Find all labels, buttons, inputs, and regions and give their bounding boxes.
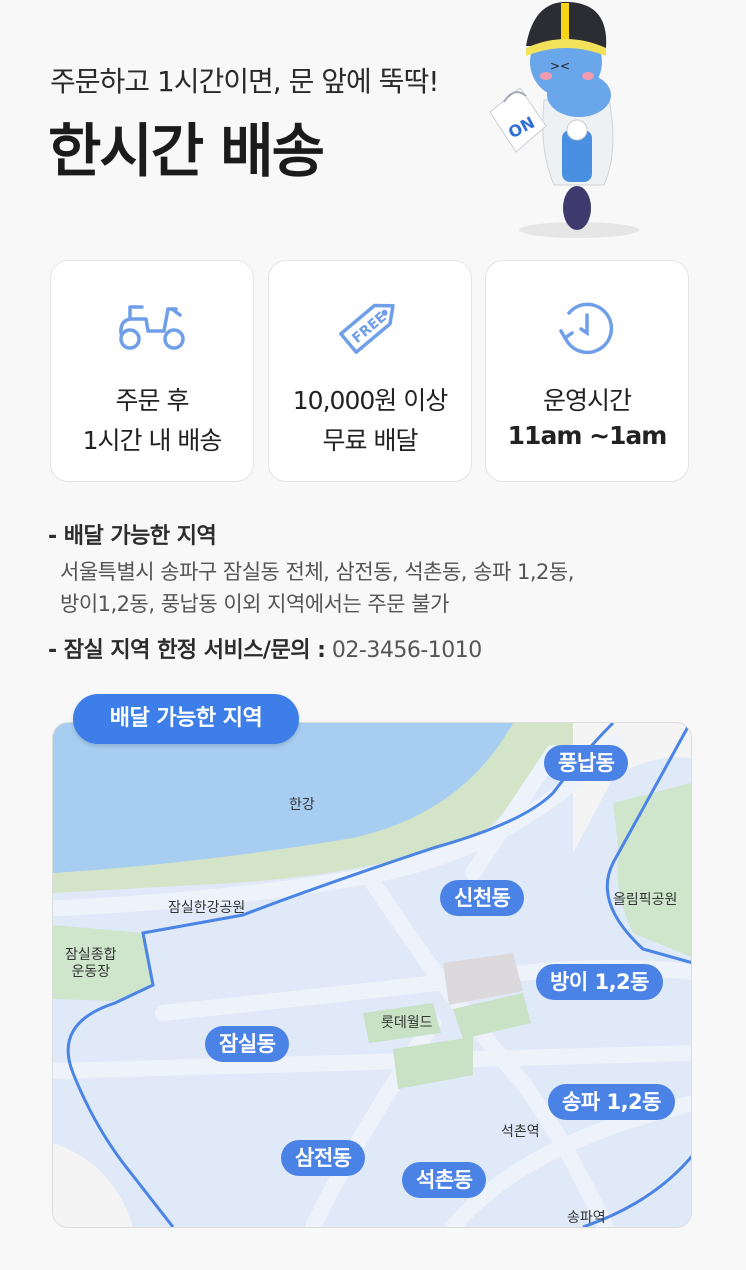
delivery-area-badge: 배달 가능한 지역: [73, 694, 299, 744]
district-pill-jamsil[interactable]: 잠실동: [205, 1026, 290, 1062]
feature-hours-line2: 11am ~1am: [507, 421, 668, 450]
place-label-sports-complex: 잠실종합 운동장: [65, 947, 117, 981]
place-label-seokchon-station: 석촌역: [501, 1124, 540, 1140]
delivery-area-text-line1: 서울특별시 송파구 잠실동 전체, 삼전동, 석촌동, 송파 1,2동,: [60, 560, 574, 584]
feature-card-delivery: 주문 후 1시간 내 배송: [50, 260, 254, 482]
delivery-area-text-line2: 방이1,2동, 풍납동 이외 지역에서는 주문 불가: [60, 592, 449, 616]
feature-hours-line1: 운영시간: [542, 386, 632, 415]
place-label-lotte-world: 롯데월드: [381, 1015, 433, 1031]
svg-text:><: ><: [550, 59, 570, 73]
district-pill-sincheon[interactable]: 신천동: [440, 880, 525, 916]
scooter-icon: [119, 305, 185, 350]
feature-delivery-line2: 1시간 내 배송: [82, 426, 223, 455]
district-pill-seokchon[interactable]: 석촌동: [402, 1162, 487, 1198]
service-info: - 잠실 지역 한정 서비스/문의 : 02-3456-1010: [48, 632, 482, 664]
free-tag-icon: FREE: [339, 303, 395, 354]
clock-icon: [559, 302, 614, 355]
place-label-olympic-park: 올림픽공원: [613, 892, 678, 908]
feature-card-free-delivery: FREE 10,000원 이상 무료 배달: [268, 260, 472, 482]
phone-number[interactable]: 02-3456-1010: [325, 638, 482, 663]
delivery-area-heading: - 배달 가능한 지역: [48, 524, 217, 549]
feature-free-line2: 무료 배달: [322, 426, 419, 455]
district-pill-songpa[interactable]: 송파 1,2동: [548, 1084, 675, 1120]
feature-card-hours: 운영시간 11am ~1am: [485, 260, 689, 482]
place-label-han-river: 한강: [289, 797, 315, 813]
feature-free-line1: 10,000원 이상: [292, 386, 448, 415]
sports-complex-line2: 운동장: [71, 964, 111, 980]
district-pill-samjeon[interactable]: 삼전동: [281, 1140, 366, 1176]
service-heading: - 잠실 지역 한정 서비스/문의 :: [48, 638, 326, 663]
delivery-mascot-illustration: ><: [489, 1, 639, 238]
sports-complex-line1: 잠실종합: [65, 947, 117, 963]
district-pill-bangi[interactable]: 방이 1,2동: [536, 964, 663, 1000]
place-label-songpa-station: 송파역: [567, 1210, 606, 1226]
place-label-jamsil-park: 잠실한강공원: [168, 900, 246, 916]
district-pill-pungnap[interactable]: 풍납동: [544, 745, 629, 781]
page-title: 한시간 배송: [48, 117, 325, 185]
feature-delivery-line1: 주문 후: [115, 386, 190, 415]
hero-subtitle: 주문하고 1시간이면, 문 앞에 뚝딱!: [50, 65, 439, 98]
